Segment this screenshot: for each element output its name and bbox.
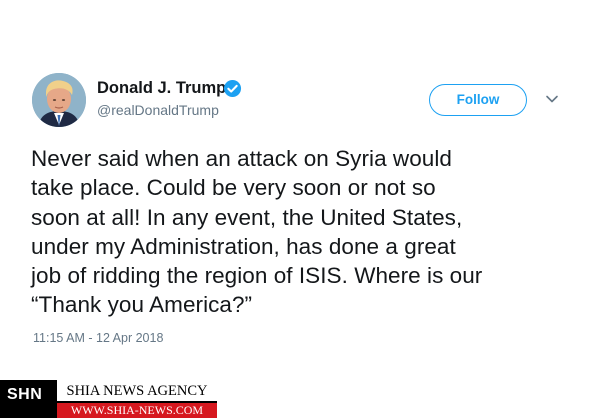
tweet-text-line: take place. Could be very soon or not so bbox=[31, 175, 436, 201]
follow-button[interactable]: Follow bbox=[429, 84, 527, 116]
profile-photo bbox=[32, 73, 86, 127]
watermark-url: WWW.SHIA-NEWS.COM bbox=[57, 403, 217, 418]
tweet-text-line: “Thank you America?” bbox=[31, 292, 253, 318]
watermark-abbreviation: SHN bbox=[7, 386, 43, 403]
author-handle[interactable]: @realDonaldTrump bbox=[97, 102, 219, 118]
tweet-text-line: under my Administration, has done a grea… bbox=[31, 233, 456, 259]
tweet-text-line: job of ridding the region of ISIS. Where… bbox=[31, 263, 483, 289]
tweet-text-line: soon at all! In any event, the United St… bbox=[31, 204, 463, 230]
tweet-timestamp[interactable]: 11:15 AM - 12 Apr 2018 bbox=[33, 331, 163, 345]
author-display-name[interactable]: Donald J. Trump bbox=[97, 79, 226, 98]
chevron-down-icon[interactable] bbox=[545, 94, 559, 104]
watermark-logo: SHN SHIA NEWS AGENCY WWW.SHIA-NEWS.COM bbox=[0, 380, 217, 418]
watermark-agency-name: SHIA NEWS AGENCY bbox=[57, 380, 217, 401]
verified-badge-icon bbox=[223, 79, 242, 98]
tweet-text-line: Never said when an attack on Syria would bbox=[31, 146, 452, 171]
tweet-text: Never said when an attack on Syria would… bbox=[31, 144, 576, 320]
avatar[interactable] bbox=[32, 73, 86, 127]
